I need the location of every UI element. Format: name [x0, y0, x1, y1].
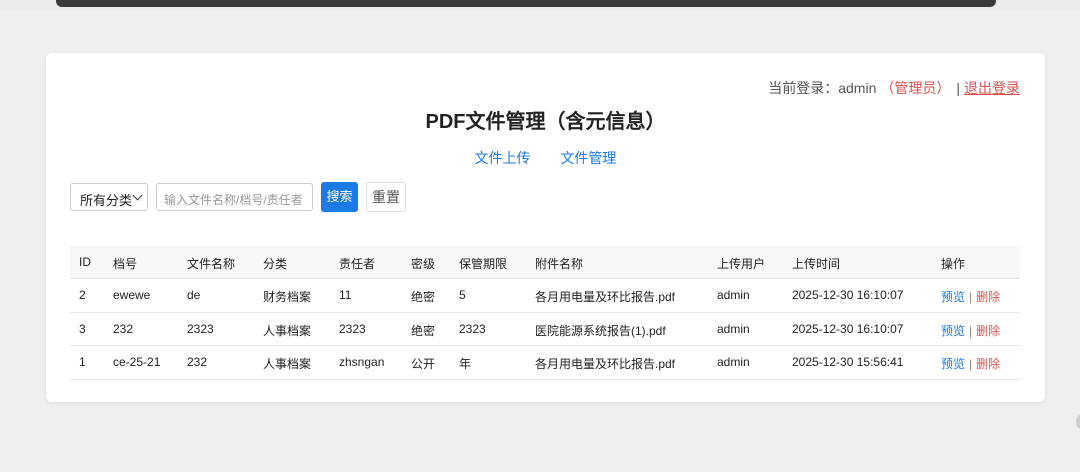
reset-button[interactable]: 重置: [366, 182, 406, 212]
category-select-value: 所有分类: [80, 193, 133, 208]
cell-upload-time: 2025-12-30 16:10:07: [792, 288, 904, 302]
action-separator: |: [969, 290, 973, 304]
cell-actions: 预览 | 删除: [941, 355, 1000, 372]
cell-uploader: admin: [717, 288, 750, 302]
cell-secrecy: 绝密: [411, 290, 436, 304]
cell-actions: 预览 | 删除: [941, 322, 1000, 339]
column-header: 密级: [411, 257, 436, 271]
table-row: 3 232 2323 人事档案 2323 绝密 2323 医院能源系统报告(1)…: [70, 313, 1020, 346]
cell-owner: 2323: [339, 321, 366, 336]
column-header: 保管期限: [459, 257, 508, 271]
cell-upload-time: 2025-12-30 16:10:07: [792, 321, 904, 336]
cell-actions: 预览 | 删除: [941, 288, 1000, 305]
nav-upload-link[interactable]: 文件上传: [475, 150, 531, 166]
cell-id: 2: [79, 288, 86, 302]
column-header: 附件名称: [535, 257, 584, 271]
main-card: 当前登录：admin （管理员） | 退出登录 PDF文件管理（含元信息） 文件上传 …: [46, 53, 1045, 402]
column-header: 操作: [941, 257, 966, 271]
cell-secrecy: 绝密: [411, 323, 436, 338]
table-row: 2 ewewe de 财务档案 11 绝密 5 各月用电量及环比报告.pdf a…: [70, 279, 1020, 313]
edge-handle: [1076, 415, 1080, 429]
nav-links: 文件上传 文件管理: [46, 148, 1045, 168]
user-role: （管理员）: [880, 80, 951, 96]
login-separator: |: [956, 80, 960, 96]
preview-link[interactable]: 预览: [941, 357, 965, 371]
cell-attachment: 医院能源系统报告(1).pdf: [535, 323, 666, 338]
table-row: 1 ce-25-21 232 人事档案 zhsngan 公开 年 各月用电量及环…: [70, 346, 1020, 380]
preview-link[interactable]: 预览: [941, 324, 965, 338]
cell-uploader: admin: [717, 355, 750, 369]
page-title: PDF文件管理（含元信息）: [425, 111, 666, 133]
cell-owner: zhsngan: [339, 355, 385, 369]
column-header: ID: [79, 255, 91, 269]
login-user-text: 当前登录：admin: [768, 80, 877, 96]
scroll-track: [56, 0, 996, 7]
action-separator: |: [969, 323, 973, 338]
search-button[interactable]: 搜索: [321, 182, 358, 212]
column-header: 分类: [263, 257, 288, 271]
cell-id: 3: [79, 321, 86, 336]
search-input[interactable]: 输入文件名称/档号/责任者: [156, 183, 313, 211]
cell-archive-no: 232: [113, 321, 134, 336]
cell-category: 财务档案: [263, 290, 312, 304]
cell-category: 人事档案: [263, 323, 312, 338]
cell-upload-time: 2025-12-30 15:56:41: [792, 355, 904, 369]
delete-link[interactable]: 删除: [976, 290, 1000, 304]
chevron-down-icon: [132, 190, 143, 201]
column-header: 档号: [113, 257, 138, 271]
cell-retention: 5: [459, 288, 466, 302]
column-header: 责任者: [339, 257, 376, 271]
column-header: 上传时间: [792, 257, 841, 271]
cell-retention: 2323: [459, 321, 486, 336]
cell-archive-no: ewewe: [113, 288, 151, 302]
column-header: 上传用户: [717, 257, 766, 271]
search-placeholder: 输入文件名称/档号/责任者: [164, 193, 303, 207]
cell-file-name: 2323: [187, 321, 214, 336]
action-separator: |: [969, 357, 973, 371]
cell-file-name: 232: [187, 355, 208, 369]
preview-link[interactable]: 预览: [941, 290, 965, 304]
column-header: 文件名称: [187, 257, 236, 271]
delete-link[interactable]: 删除: [976, 324, 1000, 338]
table-header-row: ID 档号 文件名称 分类 责任者 密级 保管期限 附件名称 上传用户 上传时间…: [70, 246, 1020, 279]
cell-attachment: 各月用电量及环比报告.pdf: [535, 290, 676, 304]
file-table: ID 档号 文件名称 分类 责任者 密级 保管期限 附件名称 上传用户 上传时间…: [70, 246, 1020, 380]
cell-secrecy: 公开: [411, 357, 436, 371]
cell-retention: 年: [459, 357, 472, 371]
cell-owner: 11: [339, 288, 352, 302]
cell-archive-no: ce-25-21: [113, 355, 161, 369]
nav-manage-link[interactable]: 文件管理: [560, 150, 616, 166]
cell-id: 1: [79, 355, 86, 369]
cell-attachment: 各月用电量及环比报告.pdf: [535, 357, 676, 371]
category-select[interactable]: 所有分类: [70, 183, 148, 211]
cell-uploader: admin: [717, 321, 750, 336]
delete-link[interactable]: 删除: [976, 357, 1000, 371]
browser-top-bar: [0, 0, 1080, 10]
login-info: 当前登录：admin （管理员） | 退出登录: [768, 78, 1020, 98]
cell-category: 人事档案: [263, 357, 312, 371]
cell-file-name: de: [187, 288, 201, 302]
logout-link[interactable]: 退出登录: [964, 80, 1020, 96]
